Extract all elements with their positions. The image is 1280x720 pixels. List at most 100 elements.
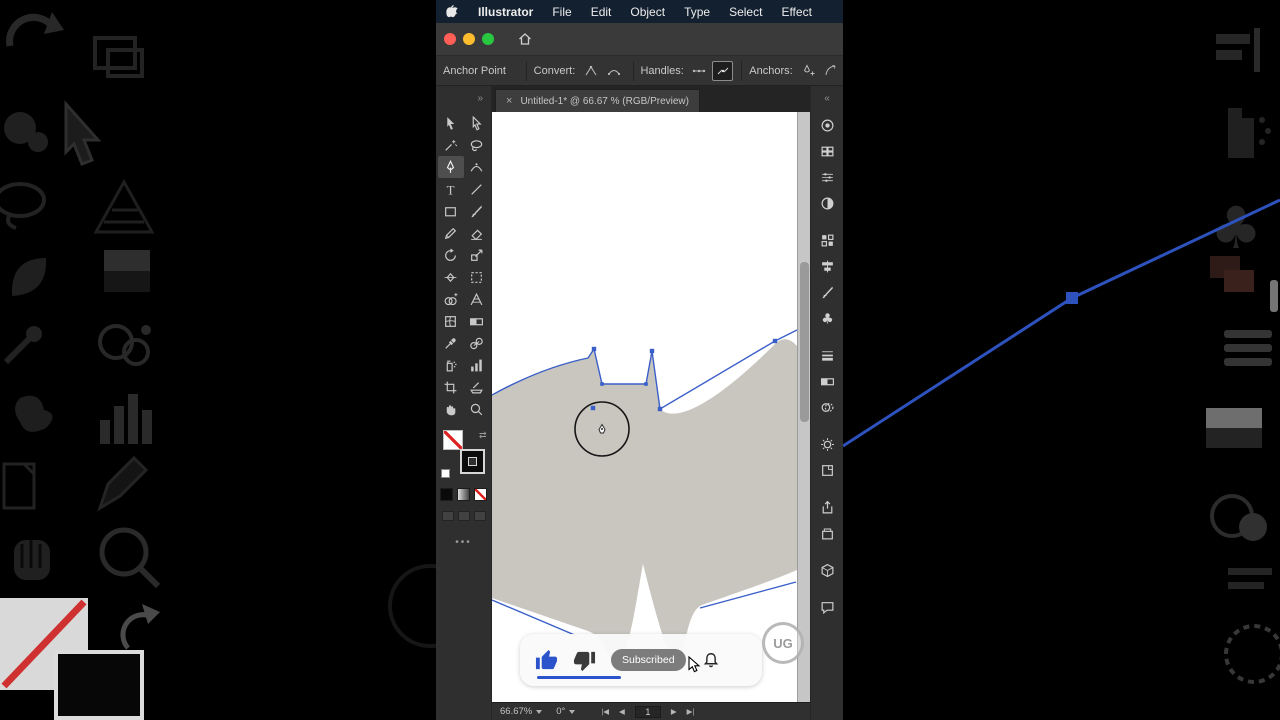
vertical-scrollbar[interactable]: [797, 112, 810, 702]
paintbrush-tool[interactable]: [464, 200, 490, 222]
close-window-button[interactable]: [444, 33, 456, 45]
gradient-tool[interactable]: [464, 310, 490, 332]
default-swatches-icon[interactable]: [440, 469, 450, 478]
convert-smooth-icon[interactable]: [603, 61, 624, 81]
previous-page-icon[interactable]: ◀: [619, 707, 625, 716]
blend-tool[interactable]: [464, 332, 490, 354]
rotation-select[interactable]: 0°: [556, 706, 579, 717]
direct-selection-tool[interactable]: [464, 112, 490, 134]
graphic-styles-icon[interactable]: [811, 457, 843, 483]
first-page-icon[interactable]: |◀: [601, 707, 609, 716]
minimize-window-button[interactable]: [463, 33, 475, 45]
color-guide-icon[interactable]: [811, 164, 843, 190]
menu-object[interactable]: Object: [630, 5, 665, 19]
line-segment-tool[interactable]: [464, 178, 490, 200]
menu-effect[interactable]: Effect: [781, 5, 811, 19]
shapes-icon[interactable]: ♣: [811, 305, 843, 331]
anchor-point[interactable]: [590, 405, 596, 411]
home-icon[interactable]: [517, 31, 533, 47]
anchor-point[interactable]: [649, 348, 655, 354]
anchor-point[interactable]: [591, 346, 597, 352]
zoom-window-button[interactable]: [482, 33, 494, 45]
zoom-tool[interactable]: [464, 398, 490, 420]
last-page-icon[interactable]: ▶|: [687, 707, 695, 716]
tab-close-icon[interactable]: ×: [506, 95, 512, 107]
anchor-arc-icon[interactable]: [821, 61, 842, 81]
draw-inside-button[interactable]: [473, 511, 486, 521]
anchor-point[interactable]: [644, 382, 648, 386]
hand-tool[interactable]: [438, 398, 464, 420]
symbols-icon[interactable]: [811, 227, 843, 253]
artboard-number-field[interactable]: 1: [634, 705, 661, 718]
align-icon[interactable]: [811, 253, 843, 279]
dislike-button[interactable]: [573, 649, 596, 672]
gradient-panel-icon[interactable]: [811, 368, 843, 394]
fill-stroke-control[interactable]: ⇄: [440, 430, 487, 478]
pencil-tool[interactable]: [438, 222, 464, 244]
color-fill-button[interactable]: [440, 488, 453, 501]
apple-menu-icon[interactable]: [446, 4, 459, 19]
menu-app-name[interactable]: Illustrator: [478, 5, 533, 19]
handles-show-icon[interactable]: [689, 61, 710, 81]
width-tool[interactable]: [438, 266, 464, 288]
slice-tool[interactable]: [464, 376, 490, 398]
eraser-tool[interactable]: [464, 222, 490, 244]
fill-none-swatch[interactable]: [442, 430, 463, 450]
anchor-add-icon[interactable]: [798, 61, 819, 81]
rotate-tool[interactable]: [438, 244, 464, 266]
comments-icon[interactable]: [811, 594, 843, 620]
pen-tool[interactable]: [437, 156, 464, 178]
brushes-icon[interactable]: [811, 279, 843, 305]
handles-hide-icon[interactable]: [712, 60, 734, 81]
draw-normal-button[interactable]: [441, 511, 454, 521]
next-page-icon[interactable]: ▶: [671, 707, 677, 716]
document-tab[interactable]: × Untitled-1* @ 66.67 % (RGB/Preview): [495, 89, 700, 112]
artboard-canvas[interactable]: [492, 112, 797, 702]
lasso-tool[interactable]: [464, 134, 490, 156]
column-graph-tool[interactable]: [464, 354, 490, 376]
swap-fill-stroke-icon[interactable]: ⇄: [479, 430, 487, 441]
notification-bell-icon[interactable]: [701, 650, 721, 670]
menu-type[interactable]: Type: [684, 5, 710, 19]
scrollbar-thumb[interactable]: [800, 262, 809, 422]
draw-behind-button[interactable]: [457, 511, 470, 521]
asset-export-icon[interactable]: [811, 494, 843, 520]
stroke-icon[interactable]: [811, 342, 843, 368]
menu-file[interactable]: File: [552, 5, 571, 19]
anchor-point[interactable]: [772, 338, 778, 344]
like-button[interactable]: [535, 649, 558, 672]
free-transform-tool[interactable]: [464, 266, 490, 288]
gradient-icon[interactable]: [811, 190, 843, 216]
panel-collapse-icon[interactable]: «: [824, 86, 830, 112]
shape-builder-tool[interactable]: [438, 288, 464, 310]
selection-tool[interactable]: [438, 112, 464, 134]
bat-shape[interactable]: [492, 339, 797, 661]
3d-icon[interactable]: [811, 557, 843, 583]
eyedropper-tool[interactable]: [438, 332, 464, 354]
mesh-tool[interactable]: [438, 310, 464, 332]
curvature-tool[interactable]: [464, 156, 490, 178]
perspective-grid-tool[interactable]: [464, 288, 490, 310]
scale-tool[interactable]: [464, 244, 490, 266]
stroke-swatch[interactable]: [459, 449, 485, 474]
none-fill-button[interactable]: [474, 488, 487, 501]
transparency-icon[interactable]: [811, 394, 843, 420]
anchor-point[interactable]: [600, 382, 604, 386]
symbol-sprayer-tool[interactable]: [438, 354, 464, 376]
rectangle-tool[interactable]: [438, 200, 464, 222]
menu-edit[interactable]: Edit: [591, 5, 612, 19]
menu-select[interactable]: Select: [729, 5, 762, 19]
subscribed-button[interactable]: Subscribed: [611, 649, 686, 671]
gradient-fill-button[interactable]: [457, 488, 470, 501]
artboard-tool[interactable]: [438, 376, 464, 398]
convert-corner-icon[interactable]: [580, 61, 601, 81]
toolbar-expand-icon[interactable]: »: [477, 86, 483, 112]
swatches-icon[interactable]: [811, 138, 843, 164]
magic-wand-tool[interactable]: [438, 134, 464, 156]
type-tool[interactable]: T: [438, 178, 464, 200]
libraries-icon[interactable]: [811, 520, 843, 546]
zoom-select[interactable]: 66.67%: [500, 706, 546, 717]
color-icon[interactable]: [811, 112, 843, 138]
anchor-point[interactable]: [657, 406, 663, 412]
toolbar-more-icon[interactable]: •••: [455, 537, 472, 548]
